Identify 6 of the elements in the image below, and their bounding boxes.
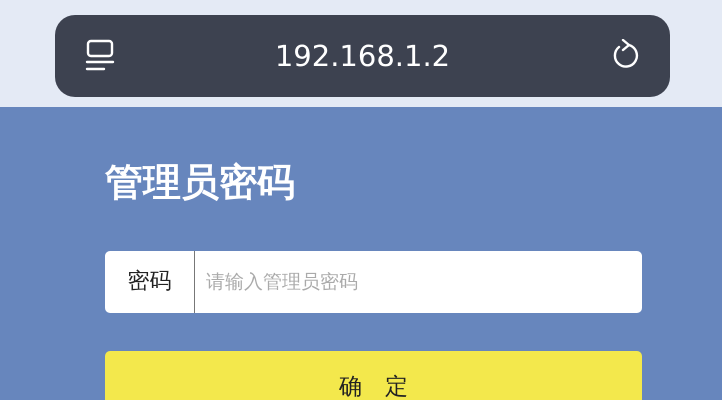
password-input[interactable]: 请输入管理员密码 — [195, 251, 642, 313]
tabs-icon[interactable] — [85, 39, 115, 73]
page-title: 管理员密码 — [105, 159, 296, 206]
url-text[interactable]: 192.168.1.2 — [274, 39, 450, 73]
field-label: 密码 — [105, 251, 195, 313]
confirm-button[interactable]: 确 定 — [105, 351, 642, 400]
